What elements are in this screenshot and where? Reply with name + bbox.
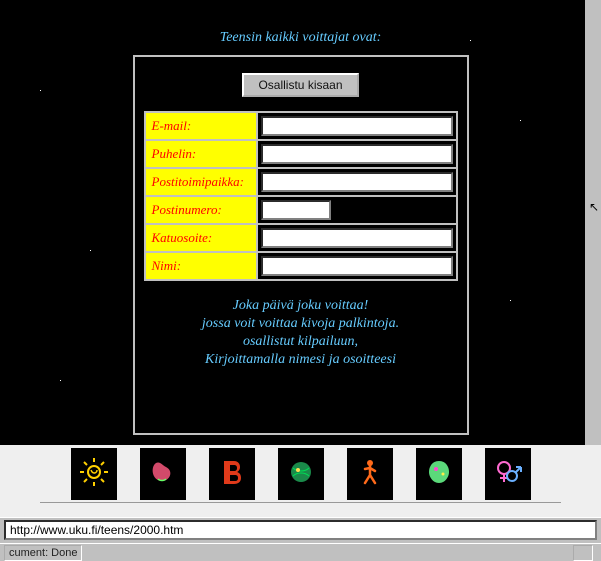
page-heading: Teensin kaikki voittajat ovat: bbox=[220, 30, 382, 46]
nav-item-figure[interactable] bbox=[347, 448, 393, 500]
bean-icon bbox=[146, 455, 180, 494]
input-phone[interactable] bbox=[261, 144, 453, 164]
letter-b-icon bbox=[215, 455, 249, 494]
content-area: ↖ Teensin kaikki voittajat ovat: Osallis… bbox=[0, 0, 601, 445]
promo-line: jossa voit voittaa kivoja palkintoja. bbox=[141, 315, 461, 333]
label-phone: Puhelin: bbox=[146, 141, 258, 167]
nav-strip bbox=[0, 445, 601, 517]
nav-item-orb[interactable] bbox=[416, 448, 462, 500]
nav-item-sun[interactable] bbox=[71, 448, 117, 500]
label-name: Nimi: bbox=[146, 253, 258, 279]
input-name[interactable] bbox=[261, 256, 453, 276]
status-secure-pane bbox=[573, 545, 593, 561]
form-fields: E-mail: Puhelin: Postitoimipaikka: Posti… bbox=[144, 111, 458, 281]
submit-button[interactable]: Osallistu kisaan bbox=[242, 73, 358, 97]
label-email: E-mail: bbox=[146, 113, 258, 139]
input-email[interactable] bbox=[261, 116, 453, 136]
input-street[interactable] bbox=[261, 228, 453, 248]
orb-icon bbox=[422, 455, 456, 494]
nav-item-b[interactable] bbox=[209, 448, 255, 500]
nav-item-bean[interactable] bbox=[140, 448, 186, 500]
label-street: Katuosoite: bbox=[146, 225, 258, 251]
promo-line: Kirjoittamalla nimesi ja osoitteesi bbox=[141, 351, 461, 369]
figure-icon bbox=[353, 455, 387, 494]
address-input[interactable] bbox=[4, 520, 597, 540]
gender-icon bbox=[491, 455, 525, 494]
label-city: Postitoimipaikka: bbox=[146, 169, 258, 195]
input-city[interactable] bbox=[261, 172, 453, 192]
promo-line: Joka päivä joku voittaa! bbox=[141, 297, 461, 315]
promo-text: Joka päivä joku voittaa! jossa voit voit… bbox=[141, 297, 461, 369]
label-zip: Postinumero: bbox=[146, 197, 258, 223]
nav-item-planet[interactable] bbox=[278, 448, 324, 500]
status-text: cument: Done bbox=[4, 545, 82, 561]
vertical-scrollbar[interactable] bbox=[585, 0, 601, 445]
input-zip[interactable] bbox=[261, 200, 331, 220]
address-bar bbox=[0, 517, 601, 543]
sun-icon bbox=[77, 455, 111, 494]
status-bar: cument: Done bbox=[0, 543, 601, 561]
entry-form: Osallistu kisaan E-mail: Puhelin: Postit… bbox=[133, 55, 469, 435]
nav-item-gender[interactable] bbox=[485, 448, 531, 500]
promo-line: osallistut kilpailuun, bbox=[141, 333, 461, 351]
planet-icon bbox=[284, 455, 318, 494]
